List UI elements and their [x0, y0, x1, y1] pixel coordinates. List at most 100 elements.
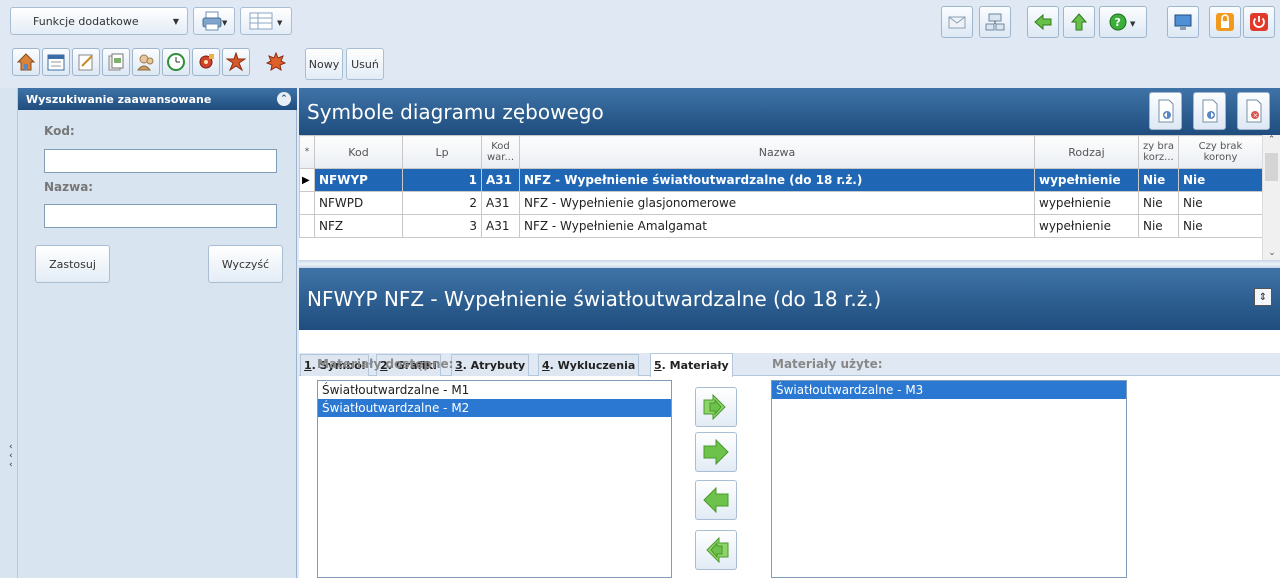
svg-text:▼: ▼: [222, 19, 227, 27]
cell-nazwa: NFZ - Wypełnienie światłoutwardzalne (do…: [519, 168, 1035, 192]
patients-button[interactable]: [132, 48, 160, 76]
col-kod[interactable]: Kod: [314, 135, 403, 169]
expand-toggle-icon[interactable]: ⇕: [1254, 288, 1272, 306]
schedule-button[interactable]: [162, 48, 190, 76]
arrow-left-icon: [703, 487, 729, 513]
tab-materialy[interactable]: 5. Materiały: [650, 353, 733, 377]
arrow-up-green-icon: [1070, 13, 1088, 31]
used-materials-list[interactable]: Światłoutwardzalne - M3: [771, 380, 1127, 578]
vertical-scrollbar[interactable]: ⌃ ⌄: [1262, 135, 1280, 260]
lock-icon: [1216, 13, 1234, 31]
col-kodwar[interactable]: Kod war...: [481, 135, 520, 169]
apply-button[interactable]: Zastosuj: [35, 245, 110, 283]
printer-icon: ▼: [202, 11, 227, 31]
svg-text:▼: ▼: [277, 19, 283, 27]
cell-brak-korzenia: Nie: [1138, 214, 1179, 238]
col-lp[interactable]: Lp: [402, 135, 482, 169]
tab-symbol-key: 1: [304, 359, 312, 372]
table-row[interactable]: ▶ NFWYP 1 A31 NFZ - Wypełnienie światłou…: [299, 168, 1263, 192]
col-rodzaj[interactable]: Rodzaj: [1034, 135, 1139, 169]
cell-lp: 3: [402, 214, 482, 238]
kod-input[interactable]: [44, 149, 277, 173]
delete-doc-button[interactable]: ×: [1237, 92, 1270, 130]
documents-button[interactable]: [102, 48, 130, 76]
list-item[interactable]: Światłoutwardzalne - M2: [318, 399, 671, 417]
lock-button[interactable]: [1209, 6, 1241, 38]
notes-button[interactable]: [72, 48, 100, 76]
new-button[interactable]: Nowy: [305, 48, 343, 80]
cell-brak-korony: Nie: [1178, 214, 1263, 238]
home-button[interactable]: [12, 48, 40, 76]
funkcje-dodatkowe-dropdown[interactable]: Funkcje dodatkowe ▼: [10, 7, 188, 35]
cell-lp: 2: [402, 191, 482, 215]
calendar-icon: [47, 54, 65, 71]
nazwa-input[interactable]: [44, 204, 277, 228]
import-button[interactable]: [1149, 92, 1182, 130]
collapse-icon[interactable]: ⌃: [277, 92, 291, 106]
svg-text:▼: ▼: [1130, 20, 1136, 28]
star-burst-icon: [226, 52, 246, 72]
svg-text:?: ?: [1115, 16, 1121, 29]
home-icon: [16, 53, 36, 71]
col-nazwa[interactable]: Nazwa: [519, 135, 1035, 169]
remove-button[interactable]: [695, 480, 737, 520]
delete-button[interactable]: Usuń: [346, 48, 384, 80]
help-button[interactable]: ? ▼: [1099, 6, 1147, 38]
mail-button[interactable]: [941, 6, 973, 38]
clear-button[interactable]: Wyczyść: [208, 245, 283, 283]
print-dropdown-button[interactable]: ▼: [193, 7, 235, 35]
tab-wykluczenia[interactable]: 4. Wykluczenia: [538, 354, 640, 376]
symbols-table: * Kod Lp Kod war... Nazwa Rodzaj zy bra …: [299, 135, 1263, 238]
cell-brak-korony: Nie: [1178, 168, 1263, 192]
extra-button[interactable]: [262, 48, 290, 76]
settings-button[interactable]: [192, 48, 220, 76]
arrow-left-green-icon: [1034, 13, 1052, 31]
apply-button-label: Zastosuj: [49, 257, 96, 271]
grid-title: Symbole diagramu zębowego: [307, 99, 604, 124]
monitor-button[interactable]: [1167, 6, 1199, 38]
double-arrow-right-icon: [703, 394, 726, 420]
tab-materialy-key: 5: [654, 359, 662, 372]
row-indicator: [299, 214, 315, 238]
scroll-thumb[interactable]: [1265, 153, 1278, 181]
list-item[interactable]: Światłoutwardzalne - M3: [772, 381, 1126, 399]
remove-all-button[interactable]: [695, 530, 737, 570]
available-materials-list[interactable]: Światłoutwardzalne - M1 Światłoutwardzal…: [317, 380, 672, 578]
table-row[interactable]: NFZ 3 A31 NFZ - Wypełnienie Amalgamat wy…: [299, 214, 1263, 238]
table-row[interactable]: NFWPD 2 A31 NFZ - Wypełnienie glasjonome…: [299, 191, 1263, 215]
panel-splitter[interactable]: ‹ ‹ ‹: [0, 88, 18, 578]
splitter-grip-icon: ‹ ‹ ‹: [9, 442, 13, 470]
tab-wykluczenia-key: 4: [542, 359, 550, 372]
network-button[interactable]: [979, 6, 1011, 38]
arrow-right-icon: [703, 439, 729, 465]
tab-wykluczenia-label: . Wykluczenia: [549, 359, 636, 372]
row-indicator-icon: ▶: [299, 168, 315, 192]
clock-arrow-icon: [167, 53, 185, 71]
tab-atrybuty[interactable]: 3. Atrybuty: [451, 354, 530, 376]
list-item[interactable]: Światłoutwardzalne - M1: [318, 381, 671, 399]
layout-dropdown-button[interactable]: ▼: [240, 7, 292, 35]
calendar-button[interactable]: [42, 48, 70, 76]
up-button[interactable]: [1063, 6, 1095, 38]
power-button[interactable]: [1243, 6, 1275, 38]
scroll-down-icon[interactable]: ⌄: [1263, 248, 1280, 258]
scroll-up-icon[interactable]: ⌃: [1263, 135, 1280, 149]
cell-kod: NFWYP: [314, 168, 403, 192]
tooth-chart-button[interactable]: [222, 48, 250, 76]
export-button[interactable]: [1193, 92, 1226, 130]
doc-delete-icon: ×: [1246, 99, 1261, 123]
search-panel-header: Wyszukiwanie zaawansowane ⌃: [18, 88, 297, 110]
add-all-button[interactable]: [695, 387, 737, 427]
monitor-icon: [1174, 14, 1192, 30]
add-button[interactable]: [695, 432, 737, 472]
horizontal-splitter[interactable]: [299, 260, 1280, 268]
back-button[interactable]: [1027, 6, 1059, 38]
cell-rodzaj: wypełnienie: [1034, 214, 1139, 238]
delete-button-label: Usuń: [351, 57, 379, 71]
gear-red-icon: [199, 54, 214, 69]
columns-icon: ▼: [249, 12, 283, 30]
double-arrow-left-icon: [706, 537, 729, 563]
col-brak-korony[interactable]: Czy brak korony: [1178, 135, 1263, 169]
col-brak-korzenia[interactable]: zy bra korz...: [1138, 135, 1179, 169]
available-label: Materiały dostępne:: [317, 357, 454, 371]
